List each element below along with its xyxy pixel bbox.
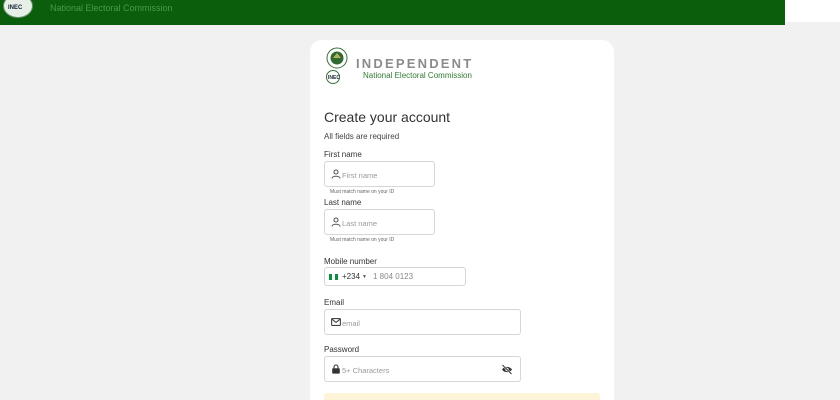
mobile-placeholder: 1 804 0123 (373, 272, 414, 281)
top-bar: INEC National Electoral Commission (0, 0, 785, 25)
user-icon (331, 169, 341, 179)
first-name-field[interactable]: First name (324, 161, 435, 187)
first-name-placeholder: First name (342, 171, 378, 180)
form-subtitle: All fields are required (324, 132, 400, 141)
nigeria-flag-icon[interactable] (329, 274, 338, 280)
country-code[interactable]: +234 (342, 272, 360, 281)
logo-text: INEC (8, 5, 23, 11)
svg-text:INEC: INEC (328, 75, 340, 81)
first-name-label: First name (324, 150, 362, 159)
chevron-down-icon[interactable]: ▼ (362, 274, 367, 280)
notice-banner (324, 393, 600, 400)
brand-subtitle: National Electoral Commission (363, 71, 472, 80)
password-label: Password (324, 345, 360, 354)
lock-icon (332, 364, 340, 374)
last-name-field[interactable]: Last name (324, 209, 435, 235)
email-label: Email (324, 298, 345, 307)
mobile-label: Mobile number (324, 257, 377, 266)
brand-title: INDEPENDENT (356, 56, 474, 71)
page-title: Create your account (324, 109, 451, 125)
header-right-area (785, 0, 840, 22)
last-name-placeholder: Last name (342, 219, 378, 228)
password-field[interactable]: 5+ Characters (324, 356, 521, 382)
signup-card: INEC INDEPENDENT National Electoral Comm… (310, 40, 614, 400)
email-placeholder: email (342, 319, 360, 328)
eye-off-icon[interactable] (501, 364, 513, 375)
user-icon (331, 217, 341, 227)
inec-seal-icon: INEC (326, 47, 348, 84)
first-name-hint: Must match name on your ID (330, 189, 395, 195)
header-title: National Electoral Commission (50, 3, 173, 13)
inec-logo[interactable]: INEC (3, 0, 33, 18)
password-placeholder: 5+ Characters (342, 366, 390, 375)
mobile-number-field[interactable]: +234 ▼ 1 804 0123 (324, 267, 466, 286)
envelope-icon (331, 318, 341, 326)
last-name-label: Last name (324, 198, 362, 207)
email-field[interactable]: email (324, 309, 521, 335)
last-name-hint: Must match name on your ID (330, 237, 395, 243)
